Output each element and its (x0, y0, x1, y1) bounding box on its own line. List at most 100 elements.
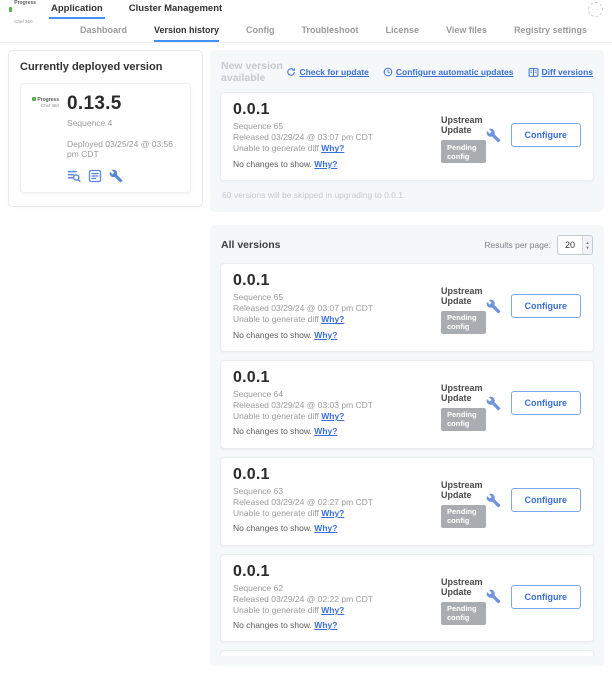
version-number: 0.0.1 (233, 466, 441, 484)
version-number: 0.0.1 (233, 563, 441, 581)
stepper-arrows-icon: ▲▼ (582, 236, 592, 254)
version-row: 0.0.1 Sequence 65 Released 03/29/24 @ 03… (220, 92, 594, 181)
diff-why-link[interactable]: Why? (321, 605, 344, 615)
results-per-page-label: Results per page: (484, 240, 551, 250)
currently-deployed-card: Currently deployed version Progress Chef… (8, 50, 203, 207)
version-released: Released 03/29/24 @ 03:07 pm CDT (233, 132, 441, 143)
config-wrench-icon[interactable] (486, 396, 501, 411)
config-wrench-icon[interactable] (486, 299, 501, 314)
diff-why-link[interactable]: Why? (321, 143, 344, 153)
right-column: New version available Check for update C… (210, 50, 604, 666)
all-versions-heading: All versions (221, 239, 281, 251)
deployed-version-number: 0.13.5 (67, 93, 180, 115)
skip-versions-note: 60 versions will be skipped in upgrading… (220, 181, 594, 202)
deployed-app-logo: Progress Chef 360 (31, 93, 59, 183)
status-badge: Pending config (441, 408, 486, 431)
wrench-icon[interactable] (109, 169, 123, 183)
configure-button[interactable]: Configure (511, 391, 582, 415)
logo-text-line1: Progress (14, 0, 36, 6)
configure-button[interactable]: Configure (511, 294, 582, 318)
diff-note: Unable to generate diff (233, 605, 319, 615)
version-number: 0.0.1 (233, 272, 441, 290)
version-rows-container: 0.0.1 Sequence 65 Released 03/29/24 @ 03… (220, 263, 594, 643)
changes-why-link[interactable]: Why? (314, 523, 337, 533)
tab-troubleshoot[interactable]: Troubleshoot (302, 19, 359, 42)
config-wrench-icon[interactable] (486, 493, 501, 508)
diff-note: Unable to generate diff (233, 143, 319, 153)
logo-mark-icon (32, 97, 36, 101)
logo-text-line2: Chef 360 (14, 19, 32, 24)
logo-mark-icon (9, 7, 12, 12)
version-row: 0.0.1 Sequence 63 Released 03/29/24 @ 02… (220, 457, 594, 546)
version-source: Upstream Update (441, 383, 486, 403)
diff-icon (528, 67, 539, 78)
version-row: 0.0.1 Sequence 65 Released 03/29/24 @ 03… (220, 263, 594, 352)
changes-why-link[interactable]: Why? (314, 159, 337, 169)
changes-why-link[interactable]: Why? (314, 330, 337, 340)
version-source: Upstream Update (441, 286, 486, 306)
version-row: 0.0.1 Sequence 62 Released 03/29/24 @ 02… (220, 554, 594, 643)
tab-config[interactable]: Config (246, 19, 275, 42)
all-versions-panel: All versions Results per page: 20 ▲▼ 0.0… (210, 225, 604, 667)
config-wrench-icon[interactable] (486, 128, 501, 143)
diff-note: Unable to generate diff (233, 508, 319, 518)
configure-button[interactable]: Configure (511, 585, 582, 609)
changes-why-link[interactable]: Why? (314, 426, 337, 436)
new-version-heading: New version available (221, 60, 286, 84)
deployed-version-card: Progress Chef 360 0.13.5 Sequence 4 Depl… (20, 83, 191, 193)
diff-why-link[interactable]: Why? (321, 508, 344, 518)
diff-note: Unable to generate diff (233, 314, 319, 324)
config-wrench-icon[interactable] (486, 589, 501, 604)
version-sequence: Sequence 65 (233, 121, 441, 132)
status-badge: Pending config (441, 505, 486, 528)
top-header: Progress Chef 360 Application Cluster Ma… (0, 0, 612, 19)
changes-note: No changes to show. (233, 159, 312, 169)
changes-note: No changes to show. (233, 620, 312, 630)
deployed-action-icons (67, 169, 180, 183)
diff-why-link[interactable]: Why? (321, 314, 344, 324)
check-for-update-link[interactable]: Check for update (286, 67, 368, 77)
refresh-icon (286, 67, 296, 77)
edit-config-icon[interactable] (88, 169, 102, 183)
version-released: Released 03/29/24 @ 02:22 pm CDT (233, 594, 441, 605)
version-sequence: Sequence 63 (233, 486, 441, 497)
version-sequence: Sequence 64 (233, 389, 441, 400)
left-column: Currently deployed version Progress Chef… (8, 50, 203, 207)
results-per-page: Results per page: 20 ▲▼ (484, 235, 593, 255)
configure-button[interactable]: Configure (511, 123, 582, 147)
status-badge: Pending config (441, 602, 486, 625)
version-number: 0.0.1 (233, 101, 441, 119)
diff-versions-link[interactable]: Diff versions (528, 67, 594, 78)
account-menu-button[interactable]: ··· (588, 2, 603, 17)
tab-version-history[interactable]: Version history (154, 19, 219, 42)
tab-dashboard[interactable]: Dashboard (80, 19, 127, 42)
version-source: Upstream Update (441, 480, 486, 500)
version-source: Upstream Update (441, 115, 486, 135)
new-version-row-container: 0.0.1 Sequence 65 Released 03/29/24 @ 03… (220, 92, 594, 181)
tab-view-files[interactable]: View files (446, 19, 487, 42)
diff-why-link[interactable]: Why? (321, 411, 344, 421)
tab-application[interactable]: Application (49, 0, 105, 19)
configure-button[interactable]: Configure (511, 488, 582, 512)
app-subnav: Dashboard Version history Config Trouble… (0, 19, 612, 43)
tab-license[interactable]: License (386, 19, 420, 42)
version-released: Released 03/29/24 @ 03:07 pm CDT (233, 303, 441, 314)
changes-note: No changes to show. (233, 426, 312, 436)
tab-cluster-management[interactable]: Cluster Management (127, 0, 224, 19)
deployed-heading: Currently deployed version (20, 61, 191, 73)
deployed-timestamp: Deployed 03/25/24 @ 03:56 pm CDT (67, 139, 180, 159)
tab-registry-settings[interactable]: Registry settings (514, 19, 587, 42)
schedule-icon (383, 67, 393, 77)
version-sequence: Sequence 62 (233, 583, 441, 594)
changes-note: No changes to show. (233, 523, 312, 533)
changes-why-link[interactable]: Why? (314, 620, 337, 630)
results-per-page-select[interactable]: 20 ▲▼ (557, 235, 593, 255)
version-released: Released 03/29/24 @ 03:03 pm CDT (233, 400, 441, 411)
version-row: 0.0.1 Sequence 64 Released 03/29/24 @ 03… (220, 360, 594, 449)
deploy-logs-icon[interactable] (67, 169, 81, 183)
configure-automatic-updates-link[interactable]: Configure automatic updates (383, 67, 514, 77)
changes-note: No changes to show. (233, 330, 312, 340)
version-sequence: Sequence 65 (233, 292, 441, 303)
diff-note: Unable to generate diff (233, 411, 319, 421)
version-row-partial (220, 650, 594, 656)
